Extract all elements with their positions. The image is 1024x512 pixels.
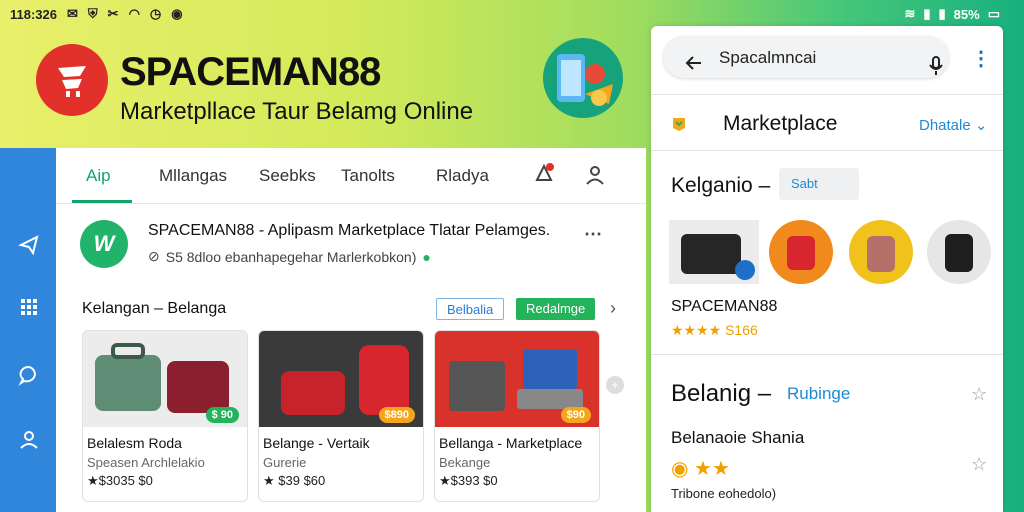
product-seller: Bekange <box>439 455 491 470</box>
promo-illustration[interactable] <box>543 38 623 118</box>
status-right: ≋ ▮ ▮ 85% ▭ <box>904 6 1000 22</box>
kebab-menu-icon[interactable]: ⋮ <box>971 46 991 71</box>
app-listing[interactable]: W SPACEMAN88 - Aplipasm Marketplace Tlat… <box>56 210 646 286</box>
category-chip[interactable]: Sabt <box>779 168 859 200</box>
status-dot-icon: ● <box>422 248 431 265</box>
main-panel: Aip Mllangas Seebks Tanolts Rladya W SPA… <box>56 148 646 512</box>
back-arrow-icon[interactable] <box>685 54 703 72</box>
status-bar: 118:326 ✉ ⛨ ✂ ◠ ◷ ◉ ≋ ▮ ▮ 85% ▭ <box>0 0 1024 28</box>
product-rating: ★$393 $0 <box>439 473 498 488</box>
chevron-down-icon: ⌄ <box>974 117 988 134</box>
divider <box>651 150 1003 151</box>
mail-icon: ✉ <box>67 6 78 21</box>
clock-icon: ◷ <box>149 6 162 21</box>
filter-fill-button[interactable]: Redalmge <box>516 298 596 320</box>
brand-tagline: Marketpllace Taur Belamg Online <box>120 98 474 125</box>
section-title: Kelangan – Belanga <box>82 300 227 317</box>
listing-rating-stars: ★★ <box>694 458 730 480</box>
product-title: Bellanga - Marketplace <box>439 435 583 451</box>
signal-icon: ▮ <box>938 6 946 21</box>
seller-name[interactable]: SPACEMAN88 <box>671 298 777 316</box>
signal-icon: ▮ <box>923 6 931 21</box>
tab-app[interactable]: Aip <box>86 166 111 186</box>
details-link-text: Dhatale <box>919 117 971 134</box>
battery-level: 85% <box>953 6 980 22</box>
filter-outline-button[interactable]: Belbalia <box>436 298 505 320</box>
tab-rladya[interactable]: Rladya <box>436 166 489 186</box>
phone-panel: Spacalmncai ⋮ Marketplace Dhatale ⌄ Kelg… <box>651 26 1003 512</box>
chat-icon[interactable] <box>18 364 40 386</box>
divider <box>651 94 1003 95</box>
add-icon[interactable]: + <box>606 376 624 394</box>
favorite-star-icon[interactable]: ☆ <box>971 454 987 475</box>
search-input[interactable]: Spacalmncai <box>719 48 816 68</box>
phone-illustration-icon <box>557 54 613 106</box>
tab-seebks[interactable]: Seebks <box>259 166 316 186</box>
cart-icon <box>58 66 86 97</box>
product-title: Belange - Vertaik <box>263 435 370 451</box>
product-rating: ★$3035 $0 <box>87 473 153 488</box>
app-title: SPACEMAN88 - Aplipasm Marketplace Tlatar… <box>148 222 551 239</box>
status-left: 118:326 ✉ ⛨ ✂ ◠ ◷ ◉ <box>10 6 183 22</box>
profile-icon[interactable] <box>18 428 40 450</box>
status-time: 118:326 <box>10 6 57 22</box>
product-thumbnail[interactable] <box>849 220 913 284</box>
listing-subtitle: Tribone eohedolo) <box>671 486 777 501</box>
tab-tanolts[interactable]: Tanolts <box>341 166 395 186</box>
left-rail <box>0 148 56 512</box>
verified-icon: ⊘ <box>148 248 160 264</box>
favorite-star-icon[interactable]: ☆ <box>971 384 987 405</box>
app-subtitle: ⊘ S5 8dloo ebanhapegehar Marlerkobkon) ● <box>148 248 431 265</box>
price-badge: $90 <box>560 407 591 423</box>
listing-rating: ◉ ★★ <box>671 456 730 481</box>
price-badge: $890 <box>378 407 415 423</box>
product-title: Belalesm Roda <box>87 435 182 451</box>
listing-title[interactable]: Belanaoie Shania <box>671 428 804 448</box>
marketplace-title: Marketplace <box>723 112 838 135</box>
wifi-small-icon: ◠ <box>128 6 140 21</box>
bolt-icon: ✂ <box>107 6 119 21</box>
details-link[interactable]: Dhatale ⌄ <box>919 116 987 134</box>
send-icon[interactable] <box>18 234 40 256</box>
section-title: Belanig – <box>671 380 772 407</box>
product-seller: Speasen Archlelakio <box>87 455 205 470</box>
divider <box>651 354 1003 355</box>
account-icon[interactable] <box>584 164 606 186</box>
app-subtitle-text: S5 8dloo ebanhapegehar Marlerkobkon) <box>165 248 417 265</box>
wifi-icon: ≋ <box>904 6 916 21</box>
more-options-icon[interactable]: ⋯ <box>584 224 602 245</box>
product-rating: ★ $39 $60 <box>263 473 326 488</box>
search-bar[interactable]: Spacalmncai <box>663 36 949 78</box>
seller-rating: ★★★★ S166 <box>671 322 758 338</box>
marketplace-icon <box>673 118 685 131</box>
top-nav: Aip Mllangas Seebks Tanolts Rladya <box>56 148 646 204</box>
product-card[interactable]: $90 Bellanga - Marketplace Bekange ★$393… <box>434 330 600 502</box>
battery-icon: ▭ <box>987 6 1000 21</box>
category-title: Kelganio – <box>671 174 771 197</box>
product-thumbnail[interactable] <box>927 220 991 284</box>
app-logo: W <box>80 220 128 268</box>
tab-mllangas[interactable]: Mllangas <box>159 166 227 186</box>
product-thumbnail[interactable] <box>669 220 759 284</box>
rating-badge-icon: ◉ <box>671 458 689 480</box>
brand-title: SPACEMAN88 <box>120 50 381 94</box>
microphone-icon[interactable] <box>929 56 943 76</box>
price-badge: $ 90 <box>205 407 239 423</box>
timer-icon: ◉ <box>171 6 183 21</box>
product-thumbnail[interactable] <box>769 220 833 284</box>
grid-icon[interactable] <box>18 296 40 318</box>
notification-icon[interactable] <box>532 162 556 186</box>
shield-icon: ⛨ <box>87 6 98 21</box>
section-link[interactable]: Rubinge <box>787 384 850 404</box>
product-card[interactable]: $890 Belange - Vertaik Gurerie ★ $39 $60 <box>258 330 424 502</box>
product-seller: Gurerie <box>263 455 307 470</box>
chevron-right-icon[interactable]: › <box>610 298 616 319</box>
brand-logo[interactable] <box>36 44 108 116</box>
product-card[interactable]: $ 90 Belalesm Roda Speasen Archlelakio ★… <box>82 330 248 502</box>
active-tab-indicator <box>72 200 132 203</box>
